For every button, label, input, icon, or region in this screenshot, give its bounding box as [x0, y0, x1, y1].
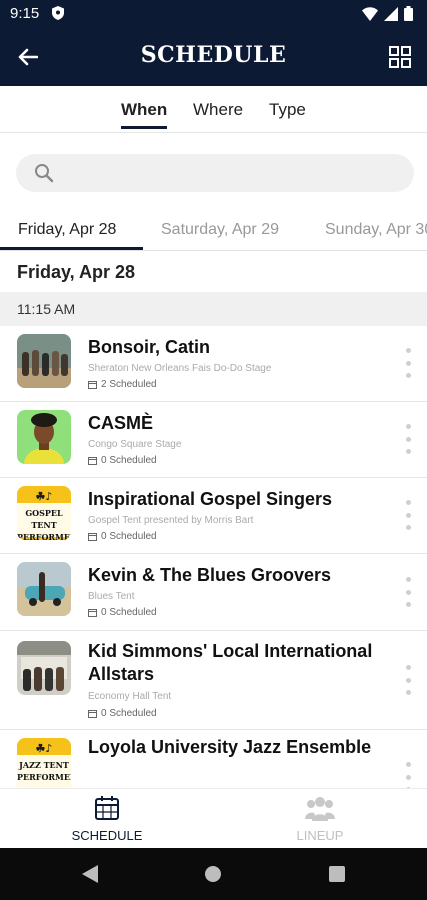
system-navigation-bar — [0, 848, 427, 900]
stage-name: Sheraton New Orleans Fais Do-Do Stage — [88, 363, 272, 374]
artist-photo — [17, 641, 71, 695]
time-slot-label: 11:15 AM — [17, 301, 76, 317]
artist-name: CASMÈ — [88, 413, 154, 433]
day-tab-saturday[interactable]: Saturday, Apr 29 — [161, 221, 279, 239]
more-options-button[interactable] — [403, 424, 413, 454]
more-options-button[interactable] — [403, 577, 413, 607]
more-options-button[interactable] — [403, 665, 413, 695]
stage-name: Gospel Tent presented by Morris Bart — [88, 515, 254, 526]
more-options-button[interactable] — [403, 348, 413, 378]
day-tab-friday[interactable]: Friday, Apr 28 — [18, 221, 116, 239]
scheduled-count: 0 Scheduled — [88, 531, 157, 542]
calendar-icon — [88, 457, 97, 465]
artist-name: Kevin & The Blues Groovers — [88, 565, 332, 585]
nav-schedule[interactable]: SCHEDULE — [7, 795, 207, 843]
fest-logo-icon: ☘♪ — [35, 490, 53, 503]
stage-name: Economy Hall Tent — [88, 691, 172, 702]
tab-type[interactable]: Type — [269, 100, 306, 120]
scheduled-label: 0 Scheduled — [101, 607, 157, 618]
more-options-button[interactable] — [403, 762, 413, 788]
list-item[interactable]: ☘♪ GOSPEL TENT PERFORMER Inspirational G… — [0, 478, 427, 554]
calendar-icon — [88, 609, 97, 617]
active-day-indicator — [0, 247, 143, 250]
artist-name: Inspirational Gospel Singers — [88, 489, 333, 509]
bottom-navigation: SCHEDULE LINEUP — [0, 788, 427, 849]
date-heading: Friday, Apr 28 — [17, 262, 136, 282]
performer-badge-image: ☘♪ JAZZ TENT PERFORMER — [17, 738, 71, 788]
active-tab-indicator — [121, 126, 167, 129]
day-tabs: Friday, Apr 28 Saturday, Apr 29 Sunday, … — [0, 206, 427, 251]
list-item[interactable]: ☘♪ JAZZ TENT PERFORMER Loyola University… — [0, 730, 427, 788]
artist-photo — [17, 410, 71, 464]
tab-when[interactable]: When — [121, 100, 167, 120]
artist-name: Kid Simmons' Local International Allstar… — [88, 641, 373, 684]
nav-lineup-label: LINEUP — [296, 828, 344, 843]
calendar-icon — [95, 796, 119, 820]
scheduled-label: 0 Scheduled — [101, 531, 157, 542]
badge-text: GOSPEL TENT PERFORMER — [17, 503, 71, 540]
stage-name: Blues Tent — [88, 591, 135, 602]
status-time: 9:15 — [10, 5, 40, 22]
scheduled-count: 0 Scheduled — [88, 607, 157, 618]
grid-view-button[interactable] — [385, 42, 415, 72]
scheduled-count: 0 Scheduled — [88, 455, 157, 466]
day-tab-sunday[interactable]: Sunday, Apr 30 — [325, 221, 427, 239]
list-item[interactable]: Bonsoir, Catin Sheraton New Orleans Fais… — [0, 326, 427, 402]
scheduled-count: 0 Scheduled — [88, 708, 157, 719]
scheduled-label: 0 Scheduled — [101, 708, 157, 719]
status-bar: 9:15 — [0, 0, 427, 28]
search-input[interactable] — [64, 154, 398, 194]
list-item[interactable]: Kevin & The Blues Groovers Blues Tent 0 … — [0, 554, 427, 631]
badge-text: JAZZ TENT PERFORMER — [17, 755, 71, 788]
list-item[interactable]: CASMÈ Congo Square Stage 0 Scheduled — [0, 402, 427, 478]
calendar-icon — [88, 710, 97, 718]
fest-logo-icon: ☘♪ — [35, 742, 53, 755]
stage-name: Congo Square Stage — [88, 439, 182, 450]
recents-square-icon[interactable] — [329, 866, 345, 887]
search-icon — [34, 163, 54, 188]
home-circle-icon[interactable] — [205, 866, 221, 887]
search-bar[interactable] — [16, 154, 414, 194]
calendar-icon — [88, 533, 97, 541]
nav-schedule-label: SCHEDULE — [71, 828, 143, 843]
more-options-button[interactable] — [403, 500, 413, 530]
page-title: SCHEDULE — [140, 42, 287, 68]
people-icon — [305, 797, 335, 821]
artist-name: Loyola University Jazz Ensemble — [88, 737, 372, 757]
list-item[interactable]: Kid Simmons' Local International Allstar… — [0, 631, 427, 730]
scheduled-label: 0 Scheduled — [101, 455, 157, 466]
tab-where[interactable]: Where — [193, 100, 243, 120]
scheduled-label: 2 Scheduled — [101, 379, 157, 390]
battery-icon — [404, 6, 413, 26]
signal-icon — [384, 6, 398, 26]
filter-tabs: When Where Type — [0, 86, 427, 133]
time-slot-header: 11:15 AM — [0, 292, 427, 326]
grid-icon — [389, 46, 411, 68]
performer-badge-image: ☘♪ GOSPEL TENT PERFORMER — [17, 486, 71, 540]
shield-icon — [52, 6, 64, 25]
artist-photo — [17, 562, 71, 616]
back-triangle-icon[interactable] — [82, 865, 98, 888]
schedule-list: Bonsoir, Catin Sheraton New Orleans Fais… — [0, 326, 427, 788]
nav-lineup[interactable]: LINEUP — [220, 795, 420, 843]
wifi-icon — [362, 6, 378, 26]
artist-photo — [17, 334, 71, 388]
scheduled-count: 2 Scheduled — [88, 379, 157, 390]
artist-name: Bonsoir, Catin — [88, 337, 211, 357]
calendar-icon — [88, 381, 97, 389]
app-bar: SCHEDULE — [0, 28, 427, 86]
